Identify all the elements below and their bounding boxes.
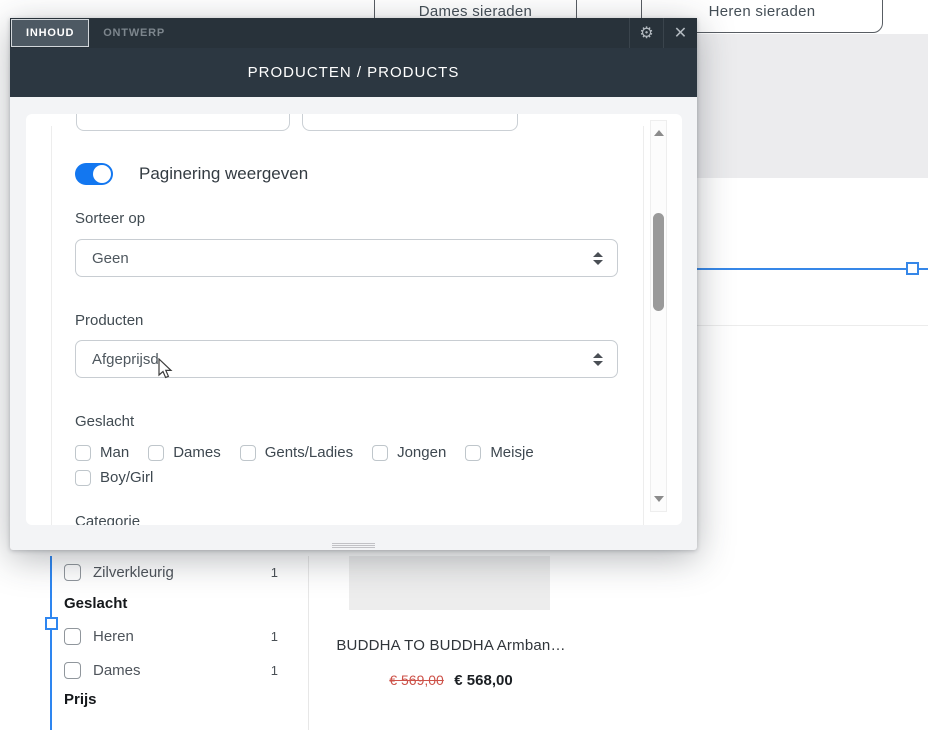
option-label: Meisje bbox=[490, 444, 533, 461]
filter-count: 1 bbox=[271, 663, 278, 678]
scroll-up-icon[interactable] bbox=[654, 130, 664, 136]
modal-resize-grip[interactable] bbox=[332, 543, 375, 548]
tab-ontwerp[interactable]: ONTWERP bbox=[89, 18, 179, 48]
tab-inhoud[interactable]: INHOUD bbox=[11, 19, 89, 47]
section-resize-handle[interactable] bbox=[906, 262, 919, 275]
tab-label: INHOUD bbox=[26, 27, 74, 39]
modal-form-panel: Paginering weergeven Sorteer op Geen Pro… bbox=[26, 114, 682, 525]
screen: Dames sieraden Heren sieraden Zilverkleu… bbox=[0, 0, 928, 730]
select-caret-icon bbox=[593, 252, 603, 265]
form-scrollbar[interactable] bbox=[650, 120, 667, 512]
sort-label: Sorteer op bbox=[75, 210, 145, 227]
category-label: Categorie bbox=[75, 513, 140, 525]
option-label: Gents/Ladies bbox=[265, 444, 353, 461]
filter-label: Dames bbox=[93, 662, 271, 679]
product-prices: € 569,00 € 568,00 bbox=[324, 672, 578, 690]
filter-heading-geslacht: Geslacht bbox=[64, 595, 127, 612]
sidebar-content-divider bbox=[308, 556, 309, 730]
sidebar-resize-handle[interactable] bbox=[45, 617, 58, 630]
mouse-cursor-icon bbox=[158, 358, 174, 380]
filter-count: 1 bbox=[271, 629, 278, 644]
filter-label: Zilverkleurig bbox=[93, 564, 271, 581]
gender-option-dames[interactable]: Dames bbox=[148, 444, 221, 461]
checkbox-boy-girl[interactable] bbox=[75, 470, 91, 486]
option-label: Dames bbox=[173, 444, 221, 461]
option-label: Jongen bbox=[397, 444, 446, 461]
filter-label: Heren bbox=[93, 628, 271, 645]
checkbox-dames[interactable] bbox=[64, 662, 81, 679]
modal-titlebar: PRODUCTEN / PRODUCTS bbox=[10, 48, 697, 97]
products-label: Producten bbox=[75, 312, 143, 329]
products-select-value: Afgeprijsd bbox=[92, 351, 159, 368]
pagination-toggle[interactable] bbox=[75, 163, 113, 185]
product-name[interactable]: BUDDHA TO BUDDHA Armban… bbox=[324, 637, 578, 654]
modal-header-icons: ⚙ ✕ bbox=[629, 18, 697, 48]
gender-options-row-2: Boy/Girl bbox=[75, 469, 153, 486]
pagination-toggle-label: Paginering weergeven bbox=[139, 164, 308, 184]
close-icon[interactable]: ✕ bbox=[664, 18, 697, 48]
products-select[interactable]: Afgeprijsd bbox=[75, 340, 618, 378]
gender-options-row-1: Man Dames Gents/Ladies Jongen Meisje bbox=[75, 444, 534, 461]
option-label: Man bbox=[100, 444, 129, 461]
checkbox-meisje[interactable] bbox=[465, 445, 481, 461]
filter-item-dames[interactable]: Dames 1 bbox=[64, 659, 278, 681]
gender-option-meisje[interactable]: Meisje bbox=[465, 444, 533, 461]
partial-input-right[interactable] bbox=[302, 114, 518, 131]
checkbox-zilverkleurig[interactable] bbox=[64, 564, 81, 581]
pagination-toggle-row: Paginering weergeven bbox=[75, 163, 308, 185]
checkbox-man[interactable] bbox=[75, 445, 91, 461]
panel-left-border bbox=[51, 126, 52, 525]
product-old-price: € 569,00 bbox=[389, 672, 444, 688]
filter-item-zilverkleurig[interactable]: Zilverkleurig 1 bbox=[64, 561, 278, 583]
filter-count: 1 bbox=[271, 565, 278, 580]
checkbox-jongen[interactable] bbox=[372, 445, 388, 461]
product-widget-modal: INHOUD ONTWERP ⚙ ✕ PRODUCTEN / PRODUCTS bbox=[10, 18, 697, 550]
shop-tab-label: Heren sieraden bbox=[709, 3, 816, 20]
partial-input-left[interactable] bbox=[76, 114, 290, 131]
scrollbar-thumb[interactable] bbox=[653, 213, 664, 311]
select-caret-icon bbox=[593, 353, 603, 366]
page-grey-section bbox=[690, 34, 928, 178]
gender-option-jongen[interactable]: Jongen bbox=[372, 444, 446, 461]
filter-heading-prijs: Prijs bbox=[64, 691, 97, 708]
checkbox-dames[interactable] bbox=[148, 445, 164, 461]
panel-right-border bbox=[643, 126, 644, 525]
gender-option-boy-girl[interactable]: Boy/Girl bbox=[75, 469, 153, 486]
modal-tab-bar: INHOUD ONTWERP ⚙ ✕ bbox=[10, 18, 697, 48]
scroll-down-icon[interactable] bbox=[654, 496, 664, 502]
product-image-placeholder[interactable] bbox=[349, 556, 550, 610]
gender-option-gents-ladies[interactable]: Gents/Ladies bbox=[240, 444, 353, 461]
gender-label: Geslacht bbox=[75, 413, 134, 430]
checkbox-heren[interactable] bbox=[64, 628, 81, 645]
filter-item-heren[interactable]: Heren 1 bbox=[64, 625, 278, 647]
checkbox-gents-ladies[interactable] bbox=[240, 445, 256, 461]
product-price: € 568,00 bbox=[454, 672, 512, 689]
sidebar-selection-line bbox=[50, 556, 52, 730]
toggle-knob bbox=[93, 165, 111, 183]
tab-label: ONTWERP bbox=[103, 27, 165, 39]
modal-title: PRODUCTEN / PRODUCTS bbox=[248, 64, 460, 81]
section-divider-line bbox=[690, 325, 928, 326]
sort-select-value: Geen bbox=[92, 250, 129, 267]
sort-select[interactable]: Geen bbox=[75, 239, 618, 277]
gear-icon[interactable]: ⚙ bbox=[630, 18, 663, 48]
option-label: Boy/Girl bbox=[100, 469, 153, 486]
section-selection-line bbox=[690, 268, 928, 270]
gender-option-man[interactable]: Man bbox=[75, 444, 129, 461]
